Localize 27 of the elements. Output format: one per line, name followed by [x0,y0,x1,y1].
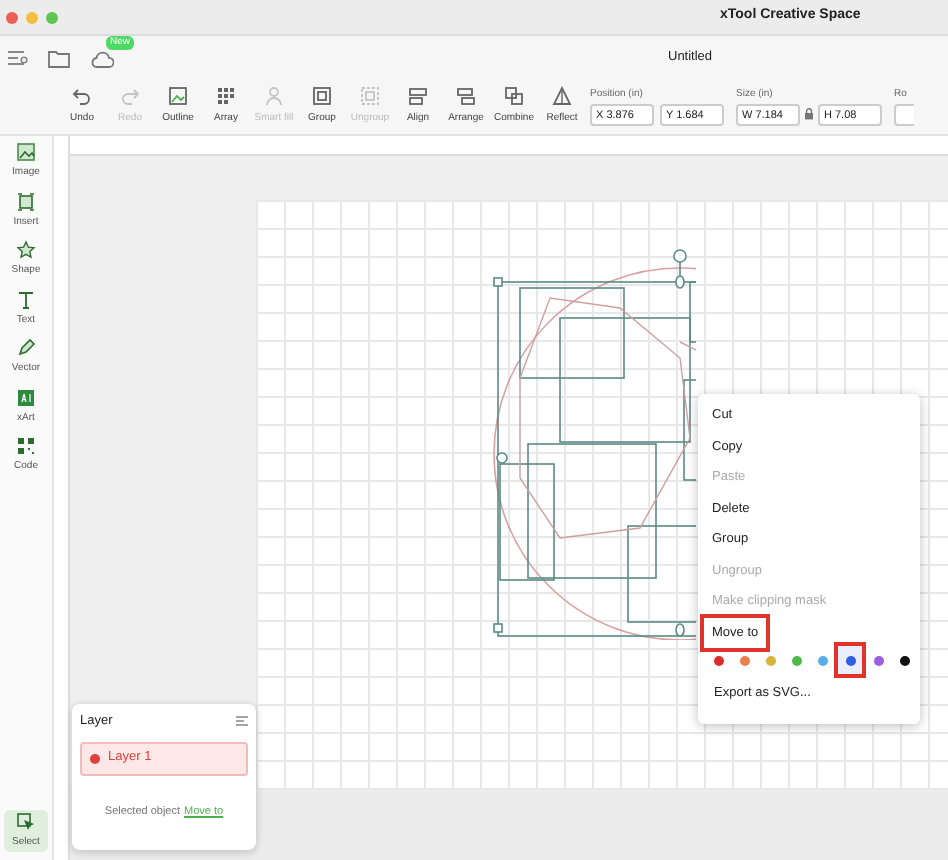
person-icon [264,86,284,107]
align-icon [408,86,428,107]
insert-icon [16,191,36,211]
list-settings-icon[interactable] [236,716,248,727]
image-outline-icon [168,86,188,107]
color-swatch[interactable] [838,646,863,674]
folder-icon[interactable] [48,49,70,67]
pen-icon [16,338,36,358]
text-icon [16,289,36,309]
ungroup-icon [360,86,380,107]
arrange-icon [456,86,476,107]
image-icon [16,142,36,162]
group-icon [312,86,332,107]
ai-icon [16,387,36,407]
grid-icon [216,86,236,107]
menu-icon[interactable] [8,50,28,66]
close-window-button[interactable] [6,11,18,23]
lock-icon[interactable] [804,108,814,121]
redo-icon [120,86,140,107]
triangle-icon [552,86,572,107]
star-icon [16,240,36,260]
undo-icon [72,86,92,107]
cloud-icon[interactable] [90,49,114,67]
qr-code-icon [16,436,36,456]
rotation-field[interactable] [894,103,914,126]
cursor-icon [16,811,36,831]
combine-icon [504,86,524,107]
